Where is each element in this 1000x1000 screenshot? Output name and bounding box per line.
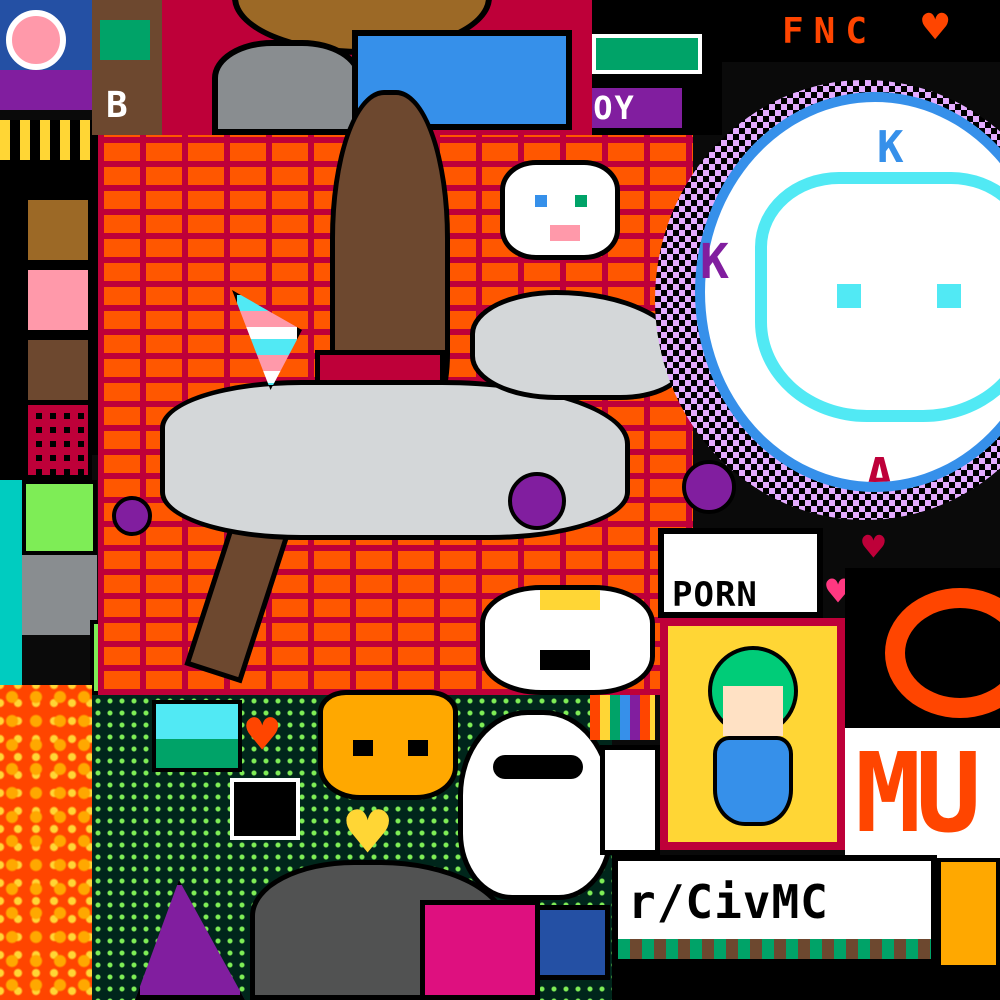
white-signboard (600, 745, 660, 855)
orange-heart-icon: ♥ (246, 708, 281, 766)
mu-label: MU (855, 729, 981, 857)
anime-girl-portrait (668, 626, 837, 842)
bamboo-tile (152, 700, 242, 772)
b-block: B (92, 0, 162, 135)
face-column (0, 160, 92, 480)
k-top-label: K (877, 122, 906, 173)
purple-ball-center (508, 472, 566, 530)
b-label: B (106, 85, 130, 126)
checker-strip (0, 120, 92, 160)
anime-girl-frame (660, 618, 845, 850)
joy-label: JOY (592, 89, 636, 127)
white-scribble-tile (230, 778, 300, 840)
fnc-banner: FNC ♥ (722, 0, 1000, 62)
orange-ring-logo (845, 568, 1000, 728)
multicolor-heart-icon: ♥ (346, 802, 392, 866)
red-heart-icon: ♥ (862, 525, 887, 569)
green-heart-tile (22, 480, 97, 555)
purple-ball-left (112, 496, 152, 536)
a-bottom-label: A (865, 448, 896, 492)
orange-cat-face (318, 690, 458, 800)
blue-owl-tile (535, 905, 610, 980)
pixel-canvas[interactable]: B JOY FNC ♥ 332 523 412 49 (0, 0, 1000, 1000)
porn-label: PORN (672, 575, 758, 615)
cat-outline (755, 172, 1000, 422)
pink-shape (420, 900, 540, 1000)
heart-icon: ♥ (922, 2, 951, 53)
left-cyan-bar (0, 480, 22, 685)
civmc-banner: r/CivMC (612, 855, 937, 965)
lava-heart-pattern (0, 685, 92, 1000)
mu-block: MU (845, 728, 1000, 858)
k-left-label: K (700, 234, 731, 290)
gray-cat-tile (22, 555, 97, 635)
white-cat-face (500, 160, 620, 260)
purple-ball-right (682, 460, 736, 514)
crowned-white-cat (480, 585, 655, 695)
top-right-strip: JOY (592, 0, 722, 135)
fnc-label: FNC (782, 11, 878, 52)
top-left-bowl-art (0, 0, 92, 110)
civmc-label: r/CivMC (628, 875, 829, 929)
small-rainbow-tile (590, 695, 655, 740)
heart-rainbow-tile: ♥ (242, 708, 312, 766)
porn-sign: PORN (658, 528, 823, 618)
bottom-right-strip (612, 965, 1000, 1000)
